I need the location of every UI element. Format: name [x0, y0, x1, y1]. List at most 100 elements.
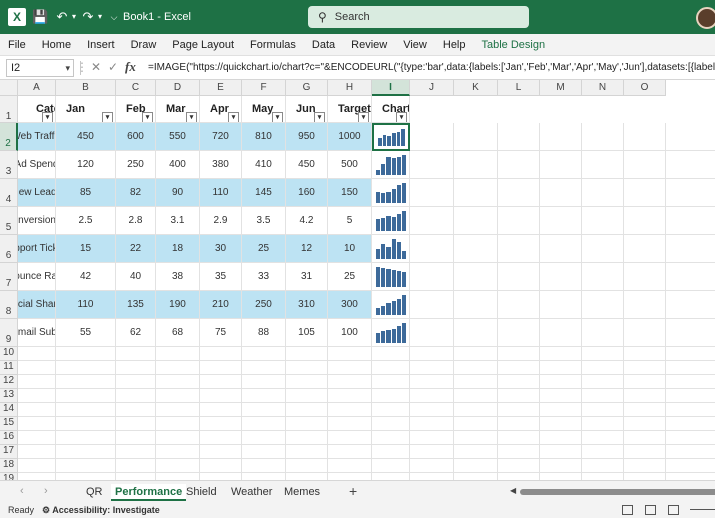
empty-cell[interactable] [582, 389, 624, 403]
table-cell[interactable]: 62 [116, 319, 156, 347]
empty-cell[interactable] [454, 473, 498, 480]
horizontal-scrollbar[interactable]: ◀ [510, 486, 715, 495]
empty-cell[interactable] [624, 179, 666, 207]
empty-cell[interactable] [540, 179, 582, 207]
empty-cell[interactable] [454, 403, 498, 417]
empty-cell[interactable] [242, 431, 286, 445]
empty-cell[interactable] [582, 263, 624, 291]
empty-cell[interactable] [18, 459, 56, 473]
row-header[interactable]: 9 [0, 319, 18, 347]
empty-cell[interactable] [454, 431, 498, 445]
empty-cell[interactable] [372, 473, 410, 480]
filter-dropdown-icon[interactable]: ▾ [272, 112, 283, 122]
table-cell[interactable]: 3.1 [156, 207, 200, 235]
empty-cell[interactable] [624, 347, 666, 361]
empty-cell[interactable] [582, 431, 624, 445]
accessibility-status[interactable]: ⚙ Accessibility: Investigate [42, 505, 160, 516]
empty-cell[interactable] [498, 151, 540, 179]
row-header[interactable]: 8 [0, 291, 18, 319]
filter-dropdown-icon[interactable]: ▾ [142, 112, 153, 122]
table-cell[interactable]: 450 [286, 151, 328, 179]
sheet-tab-shield[interactable]: Shield [182, 484, 221, 501]
filter-dropdown-icon[interactable]: ▾ [102, 112, 113, 122]
table-cell[interactable]: 55 [56, 319, 116, 347]
empty-cell[interactable] [582, 179, 624, 207]
empty-cell[interactable] [666, 179, 715, 207]
empty-cell[interactable] [286, 417, 328, 431]
column-header-i[interactable]: I [372, 80, 410, 96]
empty-cell[interactable] [624, 319, 666, 347]
empty-cell[interactable] [454, 263, 498, 291]
empty-cell[interactable] [498, 417, 540, 431]
empty-cell[interactable] [410, 319, 454, 347]
empty-cell[interactable] [242, 417, 286, 431]
table-header-cell[interactable]: Mar ▾ [156, 96, 200, 123]
table-cell[interactable]: 100 [328, 319, 372, 347]
empty-cell[interactable] [582, 361, 624, 375]
empty-cell[interactable] [286, 347, 328, 361]
empty-cell[interactable] [18, 431, 56, 445]
empty-cell[interactable] [624, 431, 666, 445]
empty-cell[interactable] [624, 445, 666, 459]
empty-cell[interactable] [156, 361, 200, 375]
empty-cell[interactable] [56, 375, 116, 389]
table-cell[interactable]: 35 [200, 263, 242, 291]
chart-cell[interactable] [372, 207, 410, 235]
table-cell[interactable]: 150 [328, 179, 372, 207]
empty-cell[interactable] [666, 375, 715, 389]
formula-input[interactable]: =IMAGE("https://quickchart.io/chart?c="&… [148, 62, 715, 76]
table-cell[interactable]: 25 [328, 263, 372, 291]
empty-cell[interactable] [666, 151, 715, 179]
empty-cell[interactable] [286, 403, 328, 417]
empty-cell[interactable] [624, 151, 666, 179]
ribbon-tab-data[interactable]: Data [312, 39, 335, 51]
row-header[interactable]: 13 [0, 389, 18, 403]
row-header[interactable]: 11 [0, 361, 18, 375]
empty-cell[interactable] [410, 389, 454, 403]
ribbon-tab-formulas[interactable]: Formulas [250, 39, 296, 51]
empty-cell[interactable] [242, 361, 286, 375]
empty-cell[interactable] [498, 431, 540, 445]
table-header-cell[interactable]: Jan ▾ [56, 96, 116, 123]
empty-cell[interactable] [410, 431, 454, 445]
empty-cell[interactable] [498, 291, 540, 319]
empty-cell[interactable] [328, 347, 372, 361]
table-cell[interactable]: 105 [286, 319, 328, 347]
empty-cell[interactable] [454, 123, 498, 151]
empty-cell[interactable] [498, 403, 540, 417]
empty-cell[interactable] [666, 431, 715, 445]
table-cell[interactable]: 38 [156, 263, 200, 291]
empty-cell[interactable] [242, 403, 286, 417]
empty-cell[interactable] [454, 235, 498, 263]
table-cell-category[interactable]: Social Shares [18, 291, 56, 319]
empty-cell[interactable] [540, 389, 582, 403]
empty-cell[interactable] [498, 263, 540, 291]
empty-cell[interactable] [454, 375, 498, 389]
empty-cell[interactable] [582, 319, 624, 347]
table-cell[interactable]: 75 [200, 319, 242, 347]
empty-cell[interactable] [328, 431, 372, 445]
empty-cell[interactable] [540, 473, 582, 480]
empty-cell[interactable] [540, 123, 582, 151]
empty-cell[interactable] [498, 319, 540, 347]
empty-cell[interactable] [56, 389, 116, 403]
table-header-cell[interactable]: Apr ▾ [200, 96, 242, 123]
row-header[interactable]: 12 [0, 375, 18, 389]
empty-cell[interactable] [410, 361, 454, 375]
insert-function-icon[interactable]: fx [125, 59, 136, 75]
empty-cell[interactable] [582, 151, 624, 179]
empty-cell[interactable] [328, 403, 372, 417]
table-cell[interactable]: 4.2 [286, 207, 328, 235]
row-header[interactable]: 7 [0, 263, 18, 291]
empty-cell[interactable] [328, 375, 372, 389]
empty-cell[interactable] [200, 417, 242, 431]
table-cell[interactable]: 950 [286, 123, 328, 151]
column-header-b[interactable]: B [56, 80, 116, 96]
empty-cell[interactable] [56, 431, 116, 445]
scroll-left-icon[interactable]: ◀ [510, 486, 516, 495]
filter-dropdown-icon[interactable]: ▾ [358, 112, 369, 122]
empty-cell[interactable] [116, 375, 156, 389]
column-header-m[interactable]: M [540, 80, 582, 96]
empty-cell[interactable] [286, 459, 328, 473]
empty-cell[interactable] [242, 445, 286, 459]
